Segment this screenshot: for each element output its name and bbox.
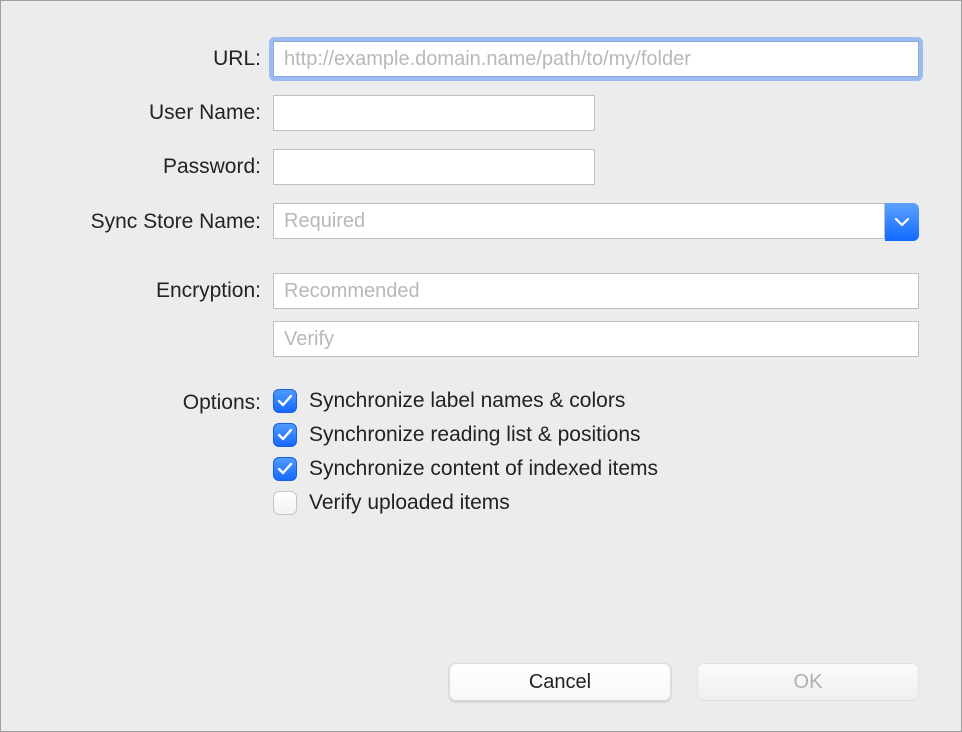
chevron-down-icon [895,217,909,227]
sync-settings-form: URL: User Name: Password: Sync Store Nam… [41,41,919,657]
url-label: URL: [41,47,273,71]
checkbox-sync-labels[interactable] [273,389,297,413]
syncstore-combo[interactable] [273,203,919,241]
encryption-label: Encryption: [41,279,273,303]
dialog-buttons: Cancel OK [41,663,919,701]
username-label: User Name: [41,101,273,125]
checkbox-verify-uploaded[interactable] [273,491,297,515]
password-label: Password: [41,155,273,179]
checkbox-sync-content[interactable] [273,457,297,481]
checkbox-sync-reading[interactable] [273,423,297,447]
checkbox-sync-labels-label: Synchronize label names & colors [309,389,625,413]
syncstore-input[interactable] [273,203,885,239]
checkbox-sync-content-label: Synchronize content of indexed items [309,457,658,481]
encryption-input[interactable] [273,273,919,309]
check-icon [277,394,293,408]
password-input[interactable] [273,149,595,185]
check-icon [277,428,293,442]
options-group: Options: Synchronize label names & color… [41,389,919,525]
username-input[interactable] [273,95,595,131]
syncstore-label: Sync Store Name: [41,210,273,234]
checkbox-verify-uploaded-label: Verify uploaded items [309,491,510,515]
checkbox-sync-reading-label: Synchronize reading list & positions [309,423,641,447]
options-label: Options: [41,389,273,415]
check-icon [277,462,293,476]
cancel-button[interactable]: Cancel [449,663,671,701]
url-input[interactable] [273,41,919,77]
syncstore-dropdown-button[interactable] [885,203,919,241]
encryption-verify-input[interactable] [273,321,919,357]
ok-button: OK [697,663,919,701]
